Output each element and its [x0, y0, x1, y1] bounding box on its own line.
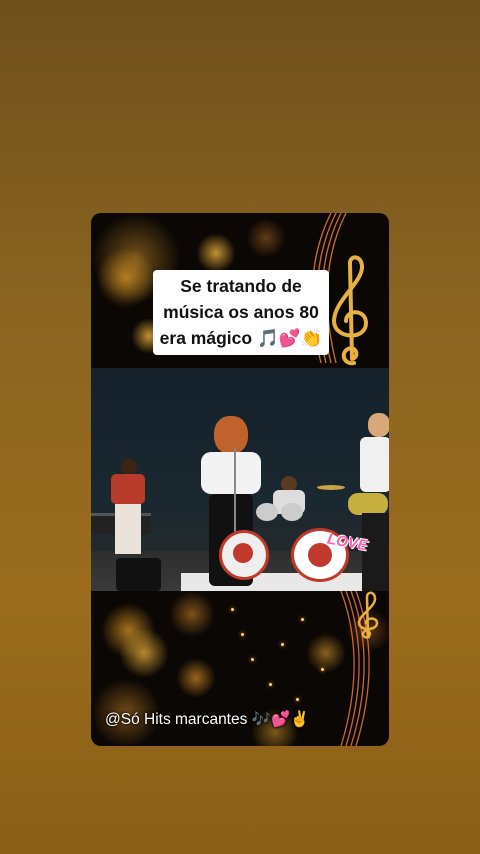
treble-clef-icon: [357, 591, 379, 639]
drum-tom: [256, 503, 278, 521]
sparkle: [231, 608, 234, 611]
sparkle: [251, 658, 254, 661]
amplifier: [116, 558, 161, 591]
caption-box: Se tratando de música os anos 80 era mág…: [153, 270, 329, 355]
bokeh-light: [169, 591, 215, 637]
cymbal: [317, 485, 345, 490]
bass-drum: [219, 530, 269, 580]
story-card: Se tratando de música os anos 80 era mág…: [91, 213, 389, 746]
caption-line: música os anos 80: [163, 302, 319, 322]
bokeh-light: [96, 248, 156, 308]
bokeh-light: [119, 628, 169, 678]
bokeh-light: [176, 658, 216, 698]
concert-video-frame: LOVE: [91, 368, 389, 591]
guitarist-right: [346, 413, 389, 591]
story-background: { "caption": { "line1": "Se tratando de"…: [0, 0, 480, 854]
guitarist-left: [103, 458, 151, 558]
bokeh-light: [101, 603, 156, 658]
watermark-text: @Só Hits marcantes 🎶💕✌️: [105, 711, 310, 728]
bokeh-light: [246, 218, 286, 258]
caption-line: Se tratando de: [180, 276, 302, 296]
caption-line: era mágico 🎵💕👏: [159, 328, 323, 348]
treble-clef-icon: [331, 255, 369, 366]
drum-tom: [281, 503, 303, 521]
sparkle: [241, 633, 244, 636]
sparkle: [269, 683, 272, 686]
bokeh-light: [196, 233, 236, 273]
